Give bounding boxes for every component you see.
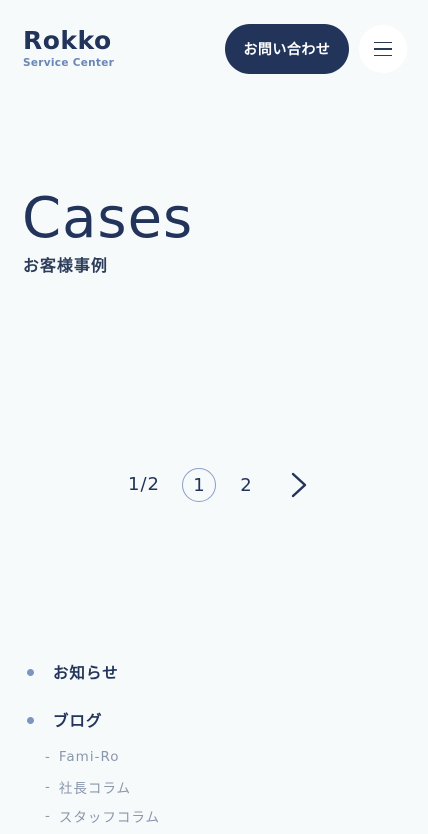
- dash-marker: -: [45, 808, 51, 824]
- page-subtitle: お客様事例: [23, 256, 109, 275]
- nav-item-label: お知らせ: [53, 664, 119, 682]
- sub-nav-item-president-column[interactable]: - 社長コラム: [45, 777, 131, 797]
- contact-button[interactable]: お問い合わせ: [225, 24, 349, 74]
- chevron-right-icon: [291, 472, 307, 498]
- sub-nav-label: スタッフコラム: [58, 810, 160, 826]
- dash-marker: -: [45, 779, 51, 795]
- nav-item-blog[interactable]: ブログ: [27, 709, 103, 731]
- sub-nav-label: 社長コラム: [58, 781, 131, 797]
- bullet-dot-icon: [27, 716, 34, 724]
- bullet-dot-icon: [27, 668, 34, 676]
- nav-item-news[interactable]: お知らせ: [27, 661, 119, 683]
- nav-item-label: ブログ: [53, 712, 103, 730]
- site-logo[interactable]: Rokko Service Center: [23, 27, 114, 70]
- site-header: Rokko Service Center お問い合わせ: [0, 0, 428, 100]
- page-link-1-current[interactable]: 1: [182, 468, 216, 502]
- logo-main-text: Rokko: [23, 26, 112, 55]
- hamburger-menu-icon: [374, 41, 392, 57]
- next-page-button[interactable]: [285, 470, 313, 500]
- logo-sub-text: Service Center: [23, 57, 115, 69]
- page-count: 1/2: [128, 474, 160, 495]
- sub-nav-item-staff-column[interactable]: - スタッフコラム: [45, 806, 160, 826]
- sub-nav-item-fami-ro[interactable]: - Fami-Ro: [45, 749, 119, 765]
- page-link-2[interactable]: 2: [229, 468, 263, 502]
- dash-marker: -: [45, 749, 51, 765]
- page-title: Cases: [22, 186, 194, 251]
- pagination: 1/2 1 2: [0, 466, 428, 504]
- menu-button[interactable]: [359, 25, 407, 73]
- sub-nav-label: Fami-Ro: [58, 749, 120, 765]
